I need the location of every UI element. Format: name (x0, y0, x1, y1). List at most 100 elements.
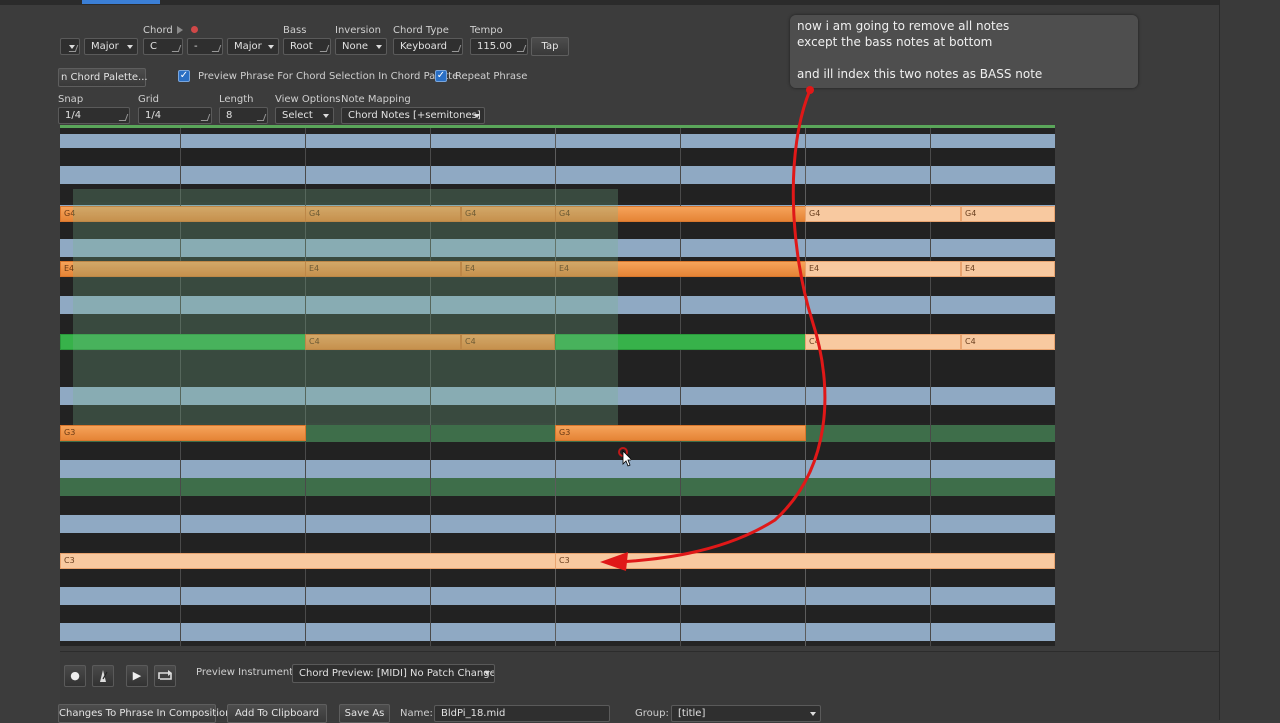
note-g4[interactable]: G4 (805, 206, 961, 222)
key-row (60, 351, 1055, 369)
name-field[interactable]: BldPi_18.mid (434, 705, 610, 722)
key-row (60, 369, 1055, 387)
grid-label: Grid (138, 94, 159, 105)
key-row (60, 496, 1055, 514)
preview-instrument-value: Chord Preview: [MIDI] No Patch Change (299, 668, 495, 679)
name-value: BldPi_18.mid (441, 708, 506, 719)
apply-changes-button[interactable]: Changes To Phrase In Composition (58, 704, 231, 723)
note-c4[interactable]: C4 (805, 334, 961, 350)
play-chord-icon[interactable] (177, 26, 183, 34)
grid-field[interactable]: 1/4 (138, 107, 212, 124)
key-row (60, 405, 1055, 423)
group-label: Group: (635, 708, 669, 719)
record-chord-icon[interactable] (191, 26, 198, 33)
repeat-phrase-checkbox[interactable]: ✓ (435, 70, 447, 82)
note-g3[interactable]: G3 (60, 425, 306, 441)
note-c3[interactable]: C3 (555, 553, 1055, 569)
loop-button[interactable] (154, 665, 176, 687)
key-row (60, 569, 1055, 587)
note-g4[interactable]: G4 (555, 206, 806, 222)
note-e4[interactable]: E4 (961, 261, 1055, 277)
active-tab-indicator[interactable] (82, 0, 160, 4)
tempo-value: 115.00 (477, 41, 512, 52)
chord-modifier-value: - (194, 41, 198, 52)
save-as-button[interactable]: Save As (339, 704, 390, 723)
note-g3[interactable]: G3 (555, 425, 806, 441)
chord-quality-select[interactable]: Major (227, 38, 279, 55)
name-label: Name: (400, 708, 433, 719)
add-to-clipboard-button[interactable]: Add To Clipboard (227, 704, 327, 723)
tempo-field[interactable]: 115.00 (470, 38, 528, 55)
note-e4[interactable]: E4 (805, 261, 961, 277)
chord-type-field[interactable]: Keyboard (393, 38, 463, 55)
bass-field[interactable]: Root (283, 38, 331, 55)
mouse-cursor-icon (618, 447, 631, 467)
play-button[interactable]: ▶ (126, 665, 148, 687)
note-c4[interactable]: C4 (461, 334, 555, 350)
tutorial-annotation: now i am going to remove all notes excep… (790, 15, 1138, 88)
note-c4[interactable]: C4 (305, 334, 461, 350)
metronome-button[interactable] (92, 665, 114, 687)
piano-roll-grid[interactable]: G4 G4 G4 G4 G4 G4 E4 E4 E4 E4 E4 E4 C4 C… (60, 125, 1055, 646)
top-strip (0, 0, 1280, 5)
length-value: 8 (226, 110, 233, 121)
scale-select[interactable]: Major (84, 38, 138, 55)
bass-label: Bass (283, 25, 307, 36)
group-select[interactable]: [title] (671, 705, 821, 722)
annotation-line-1: now i am going to remove all notes (797, 19, 1010, 33)
view-options-select[interactable]: Select (275, 107, 334, 124)
loop-icon (158, 670, 172, 680)
bass-value: Root (290, 41, 313, 52)
preview-instrument-select[interactable]: Chord Preview: [MIDI] No Patch Change (292, 664, 495, 683)
note-c3[interactable]: C3 (60, 553, 556, 569)
note-c4-selected[interactable] (555, 334, 806, 350)
key-row (60, 515, 1055, 533)
snap-value: 1/4 (65, 110, 82, 121)
chord-type-value: Keyboard (400, 41, 448, 52)
key-row (60, 134, 1055, 148)
view-options-value: Select (282, 110, 313, 121)
note-e4[interactable]: E4 (305, 261, 461, 277)
key-row (60, 442, 1055, 460)
note-e4[interactable]: E4 (555, 261, 806, 277)
scale-value: Major (91, 41, 119, 52)
key-row (60, 239, 1055, 257)
note-g4[interactable]: G4 (305, 206, 461, 222)
note-c4[interactable]: C4 (961, 334, 1055, 350)
note-g4[interactable]: G4 (461, 206, 557, 222)
key-row (60, 278, 1055, 296)
length-label: Length (219, 94, 254, 105)
snap-label: Snap (58, 94, 84, 105)
preview-phrase-label: Preview Phrase For Chord Selection In Ch… (198, 71, 459, 82)
inversion-value: None (342, 41, 369, 52)
note-c4-selected[interactable] (60, 334, 306, 350)
record-button[interactable]: ● (64, 665, 86, 687)
repeat-phrase-label: Repeat Phrase (455, 71, 528, 82)
chord-modifier-field[interactable]: - (187, 38, 223, 55)
bottom-bar: ● ▶ Preview Instrument: Chord Preview: [… (58, 651, 1219, 723)
note-e4[interactable]: E4 (60, 261, 306, 277)
preview-instrument-label: Preview Instrument: (196, 667, 297, 678)
inversion-select[interactable]: None (335, 38, 387, 55)
inversion-label: Inversion (335, 25, 381, 36)
snap-field[interactable]: 1/4 (58, 107, 130, 124)
right-frame (1219, 0, 1280, 720)
tap-tempo-button[interactable]: Tap (531, 37, 569, 56)
key-row (60, 460, 1055, 478)
note-g4[interactable]: G4 (60, 206, 306, 222)
tempo-label: Tempo (470, 25, 503, 36)
note-mapping-select[interactable]: Chord Notes [+semitones] (341, 107, 485, 124)
chord-root-field[interactable]: C (143, 38, 183, 55)
key-row (60, 623, 1055, 641)
preview-phrase-checkbox[interactable]: ✓ (178, 70, 190, 82)
metronome-icon (100, 670, 108, 682)
note-g4[interactable]: G4 (961, 206, 1055, 222)
view-options-label: View Options (275, 94, 341, 105)
length-field[interactable]: 8 (219, 107, 268, 124)
key-row (60, 314, 1055, 332)
key-row (60, 587, 1055, 605)
note-e4[interactable]: E4 (461, 261, 557, 277)
scale-root-select[interactable] (60, 38, 80, 55)
key-row (60, 221, 1055, 239)
chord-palette-button[interactable]: n Chord Palette... (58, 68, 148, 87)
